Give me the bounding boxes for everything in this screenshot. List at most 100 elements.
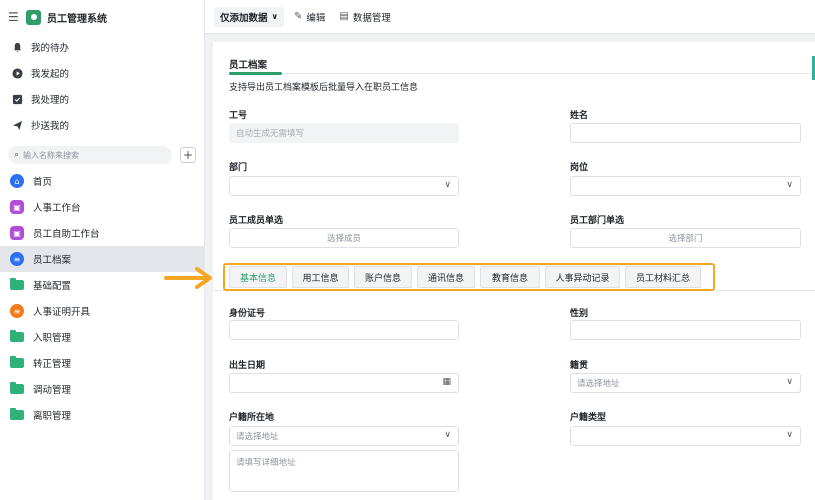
native-place-label: 籍贯 [570, 361, 589, 371]
sidebar-item-label: 员工自助工作台 [33, 229, 100, 240]
certificate-icon: ≡ [10, 304, 24, 318]
gender-field[interactable] [570, 320, 801, 340]
position-select[interactable]: ∨ [570, 176, 801, 196]
id-card-field[interactable] [229, 320, 459, 340]
household-select[interactable]: 请选择地址 ∨ [229, 426, 459, 446]
view-select-label: 仅添加数据 [220, 12, 268, 24]
birth-date-picker[interactable]: ▦ [229, 373, 459, 393]
name-field[interactable] [570, 123, 801, 143]
data-manage-button[interactable]: ▤ 数据管理 [339, 10, 390, 24]
sidebar-item-certificate[interactable]: ≡ 人事证明开具 [0, 298, 204, 324]
document-icon: ≡ [10, 252, 24, 266]
nav-todo[interactable]: 我的待办 [0, 34, 204, 60]
sidebar-item-self-service[interactable]: ▣ 员工自助工作台 [0, 220, 204, 246]
search-icon: ⌕ [14, 150, 20, 160]
household-type-label: 户籍类型 [570, 413, 607, 423]
position-label: 岗位 [570, 163, 589, 173]
chevron-down-icon: ∨ [786, 180, 793, 190]
sidebar-item-onboarding[interactable]: 入职管理 [0, 324, 204, 350]
arrow-right-icon [164, 267, 212, 289]
member-single-label: 员工成员单选 [229, 216, 284, 226]
dashboard-icon: ▣ [10, 226, 24, 240]
section-description: 支持导出员工档案模板后批量导入在职员工信息 [229, 83, 419, 93]
sidebar-search-input[interactable]: ⌕ 输入名称来搜索 [8, 146, 172, 164]
play-icon [11, 67, 23, 79]
sidebar-item-label: 首页 [33, 177, 53, 188]
app-title: 员工管理系统 [47, 13, 107, 25]
edit-label: 编辑 [306, 12, 326, 24]
plus-icon: + [182, 148, 194, 162]
app-logo-icon [26, 9, 41, 25]
folder-icon [10, 382, 24, 394]
sidebar-item-home[interactable]: ⌂ 首页 [0, 168, 204, 194]
edit-button[interactable]: ✎ 编辑 [294, 10, 325, 24]
household-placeholder: 请选择地址 [236, 432, 279, 442]
nav-label: 抄送我的 [31, 121, 70, 132]
native-place-select[interactable]: 请选择地址 ∨ [570, 373, 801, 393]
sidebar-search-row: ⌕ 输入名称来搜索 + [0, 146, 204, 164]
household-label: 户籍所在地 [229, 413, 275, 423]
birth-date-label: 出生日期 [229, 361, 266, 371]
nav-cc[interactable]: 抄送我的 [0, 112, 204, 138]
tabs-highlight-box [223, 263, 715, 291]
table-icon: ▤ [339, 11, 349, 22]
send-icon [11, 119, 23, 131]
member-picker-placeholder: 选择成员 [326, 234, 361, 244]
household-type-select[interactable]: ∨ [570, 426, 801, 446]
sidebar-item-regularization[interactable]: 转正管理 [0, 350, 204, 376]
chevron-down-icon: ∨ [271, 12, 279, 21]
bell-icon [11, 41, 23, 53]
add-button[interactable]: + [180, 147, 196, 163]
nav-initiated[interactable]: 我发起的 [0, 60, 204, 86]
view-select[interactable]: 仅添加数据 ∨ [214, 6, 285, 27]
name-label: 姓名 [570, 111, 589, 121]
sidebar: ☰ 员工管理系统 我的待办 我发起的 我处理的 抄送我的 ⌕ 输入名称来搜索 + [0, 0, 205, 500]
dept-picker[interactable]: 选择部门 [570, 228, 801, 248]
nav-label: 我的待办 [31, 43, 70, 54]
sidebar-item-label: 入职管理 [33, 333, 72, 344]
dept-picker-placeholder: 选择部门 [668, 234, 703, 244]
sidebar-item-label: 人事证明开具 [33, 307, 91, 318]
sidebar-item-resignation[interactable]: 离职管理 [0, 402, 204, 428]
gender-label: 性别 [570, 309, 589, 319]
app-header: ☰ 员工管理系统 [0, 0, 204, 34]
department-select[interactable]: ∨ [229, 176, 459, 196]
sidebar-item-label: 人事工作台 [33, 203, 81, 214]
folder-icon [10, 356, 24, 368]
native-place-placeholder: 请选择地址 [577, 379, 620, 389]
sidebar-item-label: 基础配置 [33, 281, 72, 292]
dashboard-icon: ▣ [10, 200, 24, 214]
nav-label: 我发起的 [31, 69, 70, 80]
sidebar-item-transfer[interactable]: 调动管理 [0, 376, 204, 402]
member-picker[interactable]: 选择成员 [229, 228, 459, 248]
household-detail-placeholder: 请填写详细地址 [236, 458, 296, 468]
folder-icon [10, 330, 24, 342]
sidebar-item-hr-workbench[interactable]: ▣ 人事工作台 [0, 194, 204, 220]
nav-label: 我处理的 [31, 95, 70, 106]
id-card-label: 身份证号 [229, 309, 266, 319]
household-detail-textarea[interactable]: 请填写详细地址 [229, 450, 459, 492]
employee-id-placeholder: 自动生成无需填写 [236, 129, 305, 139]
calendar-icon: ▦ [442, 377, 451, 387]
sidebar-item-label: 转正管理 [33, 359, 72, 370]
title-divider [229, 73, 815, 74]
folder-icon [10, 278, 24, 290]
department-label: 部门 [229, 163, 248, 173]
chevron-down-icon: ∨ [786, 430, 793, 440]
sidebar-item-label: 员工档案 [33, 255, 72, 266]
sidebar-item-label: 离职管理 [33, 411, 72, 422]
chevron-down-icon: ∨ [786, 377, 793, 387]
data-manage-label: 数据管理 [352, 12, 391, 24]
check-box-icon [11, 93, 23, 105]
chevron-down-icon: ∨ [444, 180, 451, 190]
chevron-down-icon: ∨ [444, 430, 451, 440]
pencil-icon: ✎ [294, 11, 303, 22]
section-title: 员工档案 [229, 60, 268, 71]
home-icon: ⌂ [10, 174, 24, 188]
menu-icon[interactable]: ☰ [8, 10, 20, 24]
search-placeholder: 输入名称来搜索 [23, 150, 80, 160]
sidebar-item-label: 调动管理 [33, 385, 72, 396]
folder-icon [10, 408, 24, 420]
nav-handled[interactable]: 我处理的 [0, 86, 204, 112]
employee-id-field: 自动生成无需填写 [229, 123, 459, 143]
